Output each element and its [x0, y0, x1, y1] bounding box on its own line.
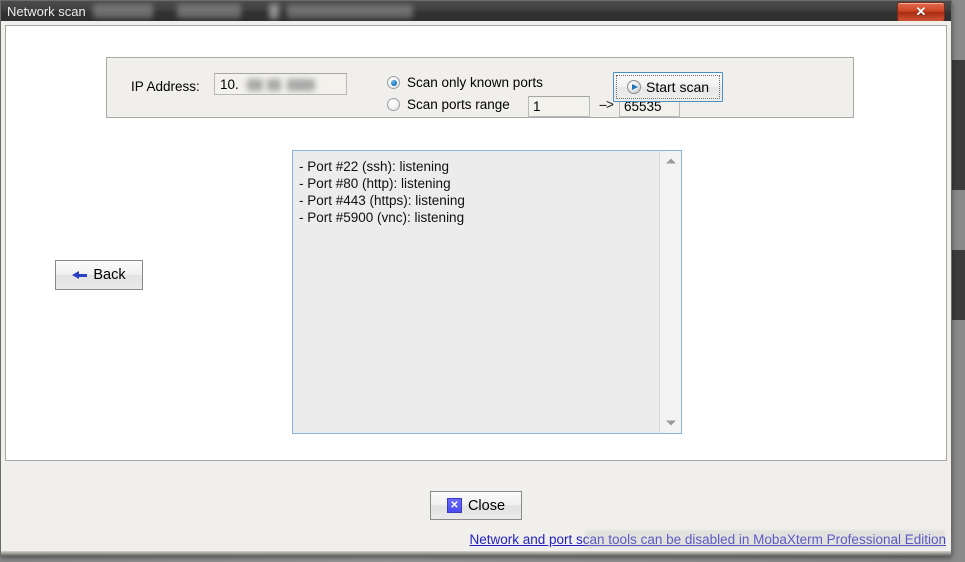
redacted-titlebar-icon [269, 4, 279, 19]
start-scan-button[interactable]: Start scan [613, 72, 723, 102]
window-titlebar: Network scan ✕ [1, 1, 951, 21]
radio-button-icon-checked[interactable] [387, 76, 400, 89]
redacted-titlebar-text [287, 5, 413, 18]
list-item: - Port #5900 (vnc): listening [299, 210, 465, 225]
port-range-from-input[interactable] [528, 96, 590, 117]
back-button[interactable]: Back [55, 260, 143, 290]
professional-edition-link[interactable]: Network and port scan tools can be disab… [469, 532, 946, 547]
start-scan-label: Start scan [645, 79, 710, 95]
redacted-titlebar-text [177, 4, 241, 18]
radio-scan-known-ports[interactable]: Scan only known ports [387, 75, 543, 90]
scan-settings-panel: IP Address: 10. Scan only known ports Sc… [106, 57, 854, 118]
window-bottom-edge [1, 551, 951, 555]
results-vertical-scrollbar[interactable] [659, 151, 681, 433]
list-item: - Port #22 (ssh): listening [299, 159, 450, 174]
scan-results-listbox[interactable]: - Port #22 (ssh): listening - Port #80 (… [292, 150, 682, 434]
radio-button-icon-unchecked[interactable] [387, 98, 400, 111]
back-button-label: Back [93, 267, 126, 283]
ip-address-input[interactable]: 10. [214, 73, 347, 95]
scan-results-list: - Port #22 (ssh): listening - Port #80 (… [293, 151, 659, 433]
redacted-ip-segment [267, 79, 281, 91]
scroll-up-button[interactable] [660, 153, 681, 169]
window-footer: Close Network and port scan tools can be… [5, 460, 947, 549]
close-dialog-button[interactable]: Close [430, 491, 522, 520]
network-scan-window: Network scan ✕ IP Address: 10. Scan only… [0, 0, 952, 556]
close-dialog-label: Close [467, 497, 506, 514]
footer-separator [5, 460, 947, 461]
background-window-strip [952, 60, 965, 190]
x-square-icon [446, 498, 462, 513]
radio-scan-ports-range-label: Scan ports range [407, 97, 510, 112]
ip-address-value: 10. [220, 77, 239, 92]
main-content-area: IP Address: 10. Scan only known ports Sc… [5, 25, 947, 479]
scroll-down-button[interactable] [660, 415, 681, 431]
list-item: - Port #80 (http): listening [299, 176, 451, 191]
ip-address-label: IP Address: [131, 79, 200, 94]
chevron-down-icon [665, 420, 676, 426]
radio-scan-known-ports-label: Scan only known ports [407, 75, 543, 90]
background-window-strip [952, 250, 965, 320]
close-icon: ✕ [915, 4, 927, 19]
chevron-up-icon [665, 158, 676, 164]
redacted-ip-segment [247, 79, 263, 91]
window-title: Network scan [7, 4, 86, 19]
range-arrow-label: --> [599, 97, 614, 112]
window-close-button[interactable]: ✕ [897, 2, 945, 21]
list-item: - Port #443 (https): listening [299, 193, 465, 208]
redacted-titlebar-text [93, 4, 153, 18]
arrow-left-icon [72, 270, 88, 281]
radio-scan-ports-range[interactable]: Scan ports range [387, 97, 510, 112]
play-circle-icon [626, 80, 641, 94]
redacted-ip-segment [287, 79, 315, 91]
